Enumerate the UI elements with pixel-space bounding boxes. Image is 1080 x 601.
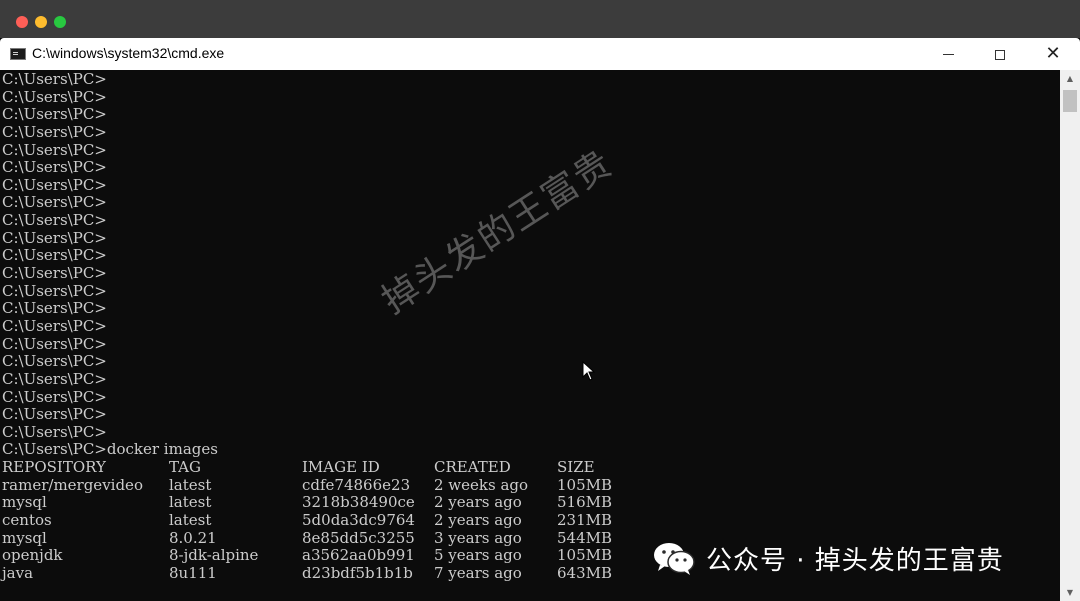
scroll-up-arrow-icon[interactable]: ▲ xyxy=(1060,70,1080,87)
account-badge: 公众号 · 掉头发的王富贵 xyxy=(652,530,1004,586)
prompt-line: C:\Users\PC> xyxy=(2,193,107,212)
wechat-icon xyxy=(654,543,695,575)
table-cell: 5d0da3dc9764 xyxy=(302,511,415,530)
prompt-line: C:\Users\PC> xyxy=(2,264,107,283)
table-cell: 5 years ago xyxy=(434,546,522,565)
prompt-line: C:\Users\PC> xyxy=(2,352,107,371)
close-button[interactable]: ✕ xyxy=(1027,38,1079,70)
table-row: java 8u111 d23bdf5b1b1b 7 years ago 643MB xyxy=(2,563,612,583)
prompt-line: C:\Users\PC> xyxy=(2,105,107,124)
table-cell: 7 years ago xyxy=(434,563,522,582)
table-cell: SIZE xyxy=(557,458,595,477)
table-cell: d23bdf5b1b1b xyxy=(302,563,413,582)
table-cell: 8-jdk-alpine xyxy=(169,546,259,565)
cmd-window: C:\windows\system32\cmd.exe ✕ C:\Users\P… xyxy=(0,38,1080,601)
table-cell: 643MB xyxy=(557,563,613,582)
table-cell: latest xyxy=(169,493,212,512)
prompt-line: C:\Users\PC> xyxy=(2,175,107,194)
prompt-line: C:\Users\PC> xyxy=(2,246,107,265)
mac-close-button[interactable] xyxy=(16,16,28,28)
prompt-line: C:\Users\PC> xyxy=(2,405,107,424)
window-title: C:\windows\system32\cmd.exe xyxy=(32,45,225,61)
minimize-icon xyxy=(942,54,954,55)
prompt-line: C:\Users\PC> xyxy=(2,211,107,230)
cmd-app-icon xyxy=(10,48,26,60)
prompt-line: C:\Users\PC> xyxy=(2,334,107,353)
table-cell: centos xyxy=(2,511,52,530)
prompt-line: C:\Users\PC> xyxy=(2,140,107,159)
prompt-line: C:\Users\PC> xyxy=(2,70,107,88)
vertical-scrollbar[interactable]: ▲ ▼ xyxy=(1060,70,1080,601)
table-cell: java xyxy=(2,563,34,582)
scroll-down-arrow-icon[interactable]: ▼ xyxy=(1060,584,1080,601)
table-cell: mysql xyxy=(2,493,47,512)
table-cell: CREATED xyxy=(434,458,511,477)
minimize-button[interactable] xyxy=(922,38,974,70)
console-output[interactable]: C:\Users\PC> C:\Users\PC> C:\Users\PC> C:\U… xyxy=(0,70,1060,601)
table-cell: mysql xyxy=(2,528,47,547)
prompt-line: C:\Users\PC> xyxy=(2,369,107,388)
table-cell: latest xyxy=(169,511,212,530)
prompt-line: C:\Users\PC> xyxy=(2,158,107,177)
mouse-cursor-icon xyxy=(582,361,596,381)
table-cell: 231MB xyxy=(557,511,613,530)
table-cell: 105MB xyxy=(557,475,613,494)
title-bar[interactable]: C:\windows\system32\cmd.exe ✕ xyxy=(0,38,1080,70)
table-cell: REPOSITORY xyxy=(2,458,106,477)
table-cell: ramer/mergevideo xyxy=(2,475,143,494)
table-row: centos latest 5d0da3dc9764 2 years ago 231MB xyxy=(2,511,612,530)
mac-window-bar xyxy=(0,0,1080,40)
table-cell: 516MB xyxy=(557,493,613,512)
table-cell: 544MB xyxy=(557,528,613,547)
table-cell: 3218b38490ce xyxy=(302,493,415,512)
mac-zoom-button[interactable] xyxy=(54,16,66,28)
table-cell: a3562aa0b991 xyxy=(302,546,415,565)
prompt-line: C:\Users\PC> xyxy=(2,228,107,247)
table-cell: latest xyxy=(169,475,212,494)
table-header: REPOSITORY TAG IMAGE ID CREATED SIZE xyxy=(2,458,595,477)
table-cell: 8u111 xyxy=(169,563,217,582)
prompt-line: C:\Users\PC> xyxy=(2,299,107,318)
maximize-icon xyxy=(995,49,1005,60)
table-row: mysql 8.0.21 8e85dd5c3255 3 years ago 544MB xyxy=(2,528,612,548)
prompt-line: C:\Users\PC> xyxy=(2,387,107,406)
prompt-line: C:\Users\PC> xyxy=(2,122,107,141)
scroll-thumb[interactable] xyxy=(1063,90,1077,112)
table-cell: openjdk xyxy=(2,546,63,565)
table-cell: TAG xyxy=(169,458,201,477)
prompt-line: C:\Users\PC> xyxy=(2,87,107,106)
table-cell: 105MB xyxy=(557,546,613,565)
console-lines: C:\Users\PC> C:\Users\PC> C:\Users\PC> C:\U… xyxy=(2,70,612,601)
close-icon: ✕ xyxy=(1045,43,1061,64)
table-cell: 2 years ago xyxy=(434,493,522,512)
table-row: mysql latest 3218b38490ce 2 years ago 516MB xyxy=(2,493,612,512)
screenshot-frame: C:\windows\system32\cmd.exe ✕ C:\Users\P… xyxy=(0,0,1080,601)
table-cell: cdfe74866e23 xyxy=(302,475,411,494)
table-cell: IMAGE ID xyxy=(302,458,380,477)
prompt-line: C:\Users\PC> xyxy=(2,422,107,441)
table-cell: 8.0.21 xyxy=(169,528,217,547)
table-cell: 8e85dd5c3255 xyxy=(302,528,415,547)
table-row: openjdk 8-jdk-alpine a3562aa0b991 5 years a… xyxy=(2,546,612,565)
table-cell: 2 weeks ago xyxy=(434,475,529,494)
table-cell: 3 years ago xyxy=(434,528,522,547)
command-line: C:\Users\PC>docker images xyxy=(2,440,218,459)
table-cell: 2 years ago xyxy=(434,511,522,530)
prompt-line: C:\Users\PC> xyxy=(2,281,107,300)
mac-minimize-button[interactable] xyxy=(35,16,47,28)
maximize-button[interactable] xyxy=(974,38,1026,70)
prompt-line: C:\Users\PC> xyxy=(2,316,107,335)
account-name: 公众号 · 掉头发的王富贵 xyxy=(706,545,1004,576)
table-row: ramer/mergevideo latest cdfe74866e23 2 week… xyxy=(2,475,612,495)
